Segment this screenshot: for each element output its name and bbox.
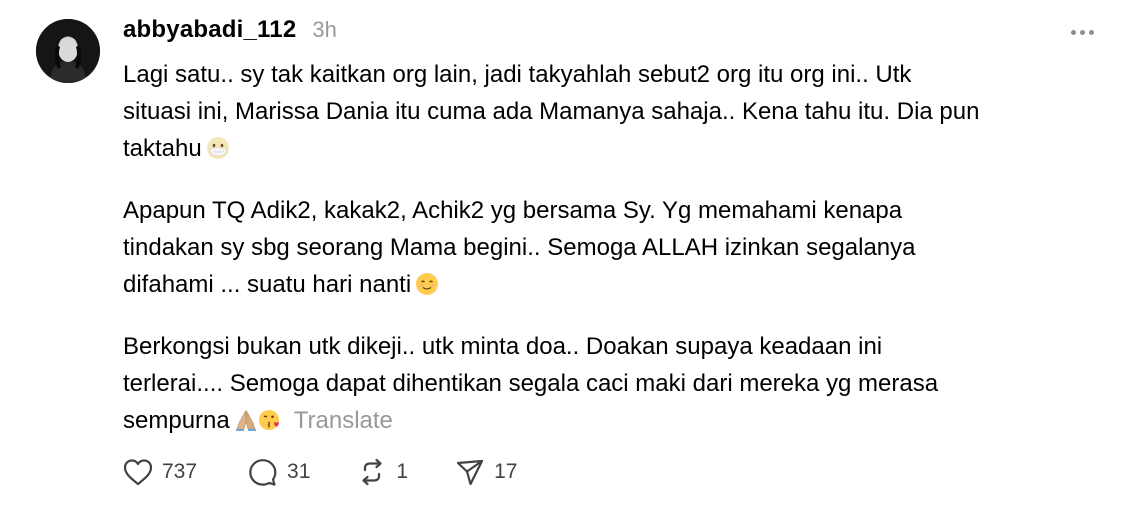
- post-text-line: Berkongsi bukan utk dikeji.. utk minta d…: [123, 333, 883, 360]
- repost-count: 1: [396, 460, 409, 483]
- like-button[interactable]: 737: [122, 457, 197, 487]
- like-count: 737: [162, 460, 198, 483]
- post-text-line: taktahu: [123, 135, 202, 162]
- post-header: abbyabadi_112 3h: [123, 16, 337, 44]
- comment-bubble-icon: [249, 459, 277, 486]
- reply-button[interactable]: 31: [247, 457, 310, 487]
- repost-icon: [362, 458, 383, 486]
- post-paragraph: Lagi satu.. sy tak kaitkan org lain, jad…: [123, 56, 1113, 171]
- post-text-line: situasi ini, Marissa Dania itu cuma ada …: [123, 98, 980, 125]
- face-with-medical-mask-emoji-icon: [206, 134, 230, 171]
- share-button[interactable]: 17: [454, 457, 517, 487]
- reply-count: 31: [287, 460, 311, 483]
- post-text-line: difahami ... suatu hari nanti: [123, 271, 412, 298]
- post-text-line: terlerai.... Semoga dapat dihentikan seg…: [123, 370, 939, 397]
- avatar-image: [36, 19, 100, 83]
- repost-button[interactable]: 1: [356, 457, 408, 487]
- post-paragraph: Apapun TQ Adik2, kakak2, Achik2 yg bersa…: [123, 192, 1113, 307]
- more-horizontal-icon: [1070, 29, 1076, 35]
- post-text-line: tindakan sy sbg seorang Mama begini.. Se…: [123, 234, 916, 261]
- translate-link[interactable]: Translate: [294, 407, 393, 434]
- post-text-line: sempurna: [123, 407, 230, 434]
- post-action-bar: 737 31 1 17: [122, 457, 517, 487]
- face-blowing-a-kiss-emoji-icon: [258, 406, 282, 443]
- share-count: 17: [494, 460, 518, 483]
- post-body: Lagi satu.. sy tak kaitkan org lain, jad…: [123, 56, 1113, 464]
- more-options-button[interactable]: [1064, 18, 1100, 46]
- post-text-line: Lagi satu.. sy tak kaitkan org lain, jad…: [123, 61, 912, 88]
- post-paragraph: Berkongsi bukan utk dikeji.. utk minta d…: [123, 328, 1113, 443]
- smiling-face-emoji-icon: [415, 270, 439, 307]
- folded-hands-emoji-icon: [234, 406, 258, 443]
- author-username[interactable]: abbyabadi_112: [123, 16, 296, 44]
- send-icon: [456, 459, 484, 486]
- avatar[interactable]: [36, 19, 100, 83]
- more-dot: [1079, 29, 1085, 35]
- post-text-line: Apapun TQ Adik2, kakak2, Achik2 yg bersa…: [123, 197, 903, 224]
- post-timestamp: 3h: [312, 17, 337, 42]
- more-dot: [1088, 29, 1094, 35]
- heart-icon: [123, 459, 153, 486]
